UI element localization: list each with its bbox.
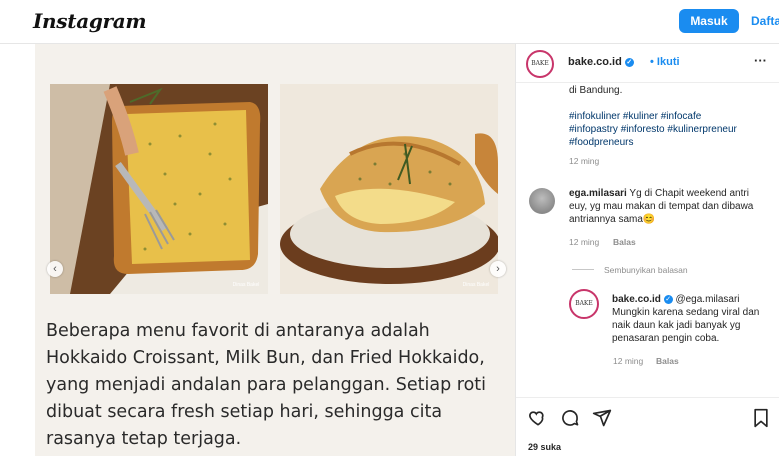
comment-user[interactable]: ega.milasari bbox=[569, 188, 627, 199]
watermark: Dinas Bakel bbox=[232, 282, 260, 288]
instagram-logo[interactable]: Instagram bbox=[33, 9, 147, 33]
caption-tail: di Bandung. bbox=[569, 85, 623, 96]
post-media: Dinas Bakel Dinas Bakel ‹ › Beberapa men… bbox=[35, 44, 515, 456]
caption-time: 12 ming bbox=[569, 156, 600, 166]
previous-arrow-icon[interactable]: ‹ bbox=[47, 261, 63, 277]
next-arrow-icon[interactable]: › bbox=[490, 261, 506, 277]
watermark: Dinas Bakel bbox=[462, 282, 490, 288]
comment-time: 12 ming bbox=[569, 237, 600, 247]
reply-user[interactable]: bake.co.id bbox=[612, 294, 661, 305]
avatar-text: BAKE bbox=[575, 300, 593, 307]
like-count[interactable]: 29 suka bbox=[528, 442, 561, 452]
signup-link[interactable]: Dafta bbox=[751, 14, 779, 28]
reply-button[interactable]: Balas bbox=[613, 237, 636, 247]
verified-badge-icon: ✓ bbox=[624, 57, 634, 67]
top-bar: Instagram Masuk Dafta bbox=[0, 0, 779, 44]
reply-comment: bake.co.id ✓ @ega.milasari Mungkin karen… bbox=[612, 293, 770, 345]
verified-badge-icon: ✓ bbox=[663, 294, 673, 304]
post-caption: Beberapa menu favorit di antaranya adala… bbox=[46, 321, 487, 449]
login-button[interactable]: Masuk bbox=[679, 9, 739, 33]
account-name[interactable]: bake.co.id ✓ bbox=[568, 56, 634, 68]
mention[interactable]: @ega.milasari bbox=[675, 294, 739, 305]
reply-text: Mungkin karena sedang viral dan naik dau… bbox=[612, 307, 760, 344]
share-icon[interactable] bbox=[592, 408, 612, 428]
post-header: BAKE bake.co.id ✓ • Ikuti ··· bbox=[516, 44, 779, 83]
bookmark-icon[interactable] bbox=[752, 408, 770, 428]
account-name-text: bake.co.id bbox=[568, 56, 622, 68]
garlic-bread-photo: Dinas Bakel bbox=[50, 84, 268, 294]
reply-time: 12 ming bbox=[613, 356, 644, 366]
heart-icon[interactable] bbox=[528, 408, 548, 428]
post-side-panel: BAKE bake.co.id ✓ • Ikuti ··· di Bandung… bbox=[515, 44, 779, 457]
cheese-bread-photo: Dinas Bakel bbox=[280, 84, 498, 294]
avatar[interactable]: BAKE bbox=[526, 50, 554, 78]
avatar-text: BAKE bbox=[531, 60, 549, 67]
hashtags[interactable]: #infokuliner #kuliner #infocafe #infopas… bbox=[569, 110, 744, 149]
avatar[interactable] bbox=[529, 188, 555, 214]
follow-label: Ikuti bbox=[656, 56, 680, 68]
hide-replies-button[interactable]: Sembunyikan balasan bbox=[604, 265, 688, 275]
comment-icon[interactable] bbox=[560, 408, 580, 428]
post-actions: 29 suka bbox=[516, 397, 779, 457]
avatar[interactable]: BAKE bbox=[569, 289, 599, 319]
divider bbox=[572, 269, 594, 270]
more-options-icon[interactable]: ··· bbox=[754, 53, 767, 68]
reply-button[interactable]: Balas bbox=[656, 356, 679, 366]
follow-button[interactable]: • Ikuti bbox=[650, 56, 680, 68]
comment: ega.milasari Yg di Chapit weekend antri … bbox=[569, 187, 769, 226]
